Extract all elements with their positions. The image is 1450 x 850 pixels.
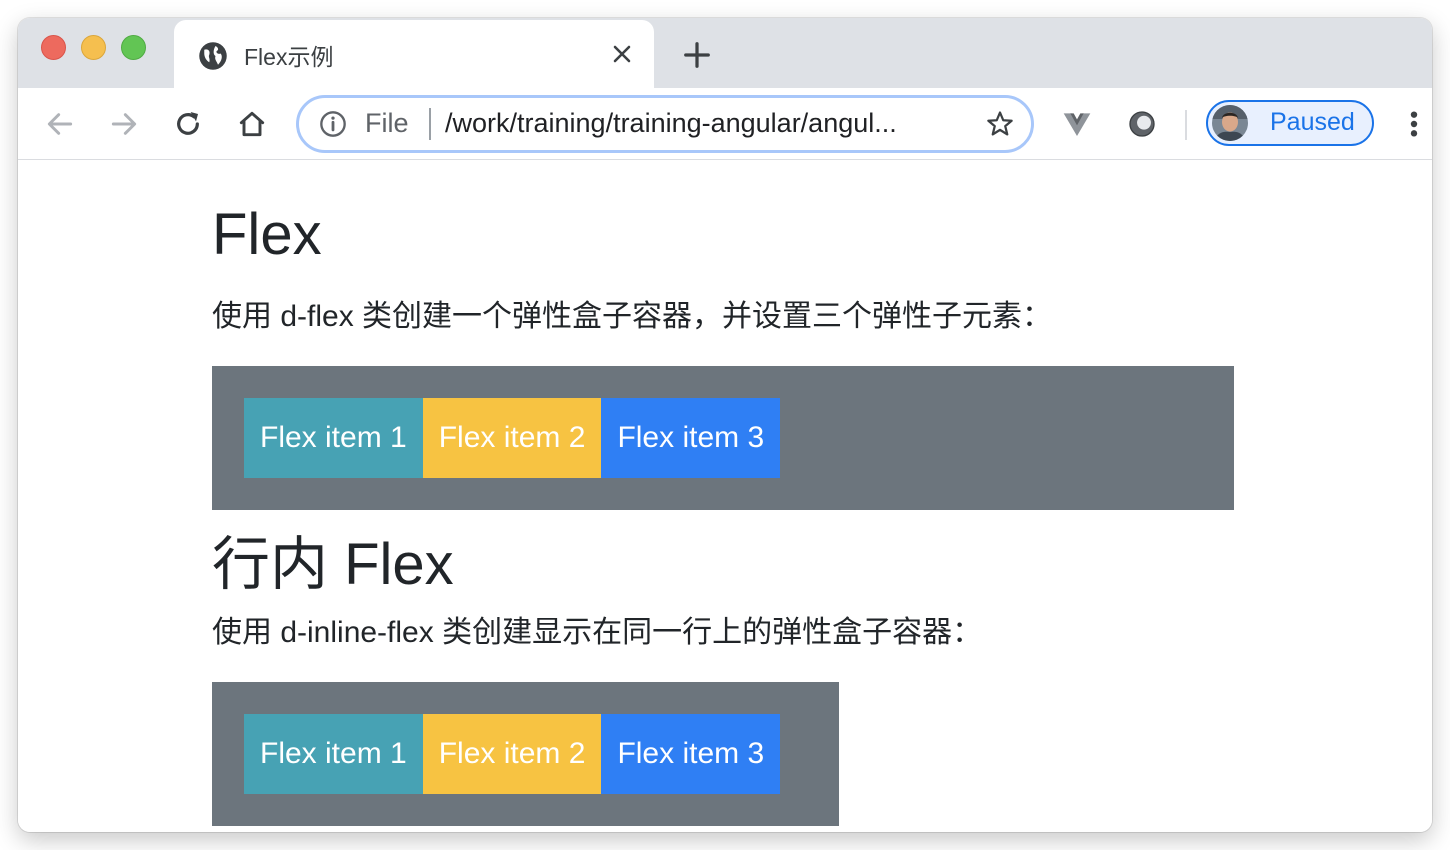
ring-extension-icon[interactable] (1126, 108, 1158, 140)
flex-container: Flex item 1 Flex item 2 Flex item 3 (212, 366, 1234, 510)
inline-flex-container: Flex item 1 Flex item 2 Flex item 3 (212, 682, 839, 826)
home-icon[interactable] (236, 108, 268, 140)
minimize-window-button[interactable] (81, 35, 106, 60)
bookmark-star-icon[interactable] (985, 109, 1015, 139)
back-arrow-icon[interactable] (44, 108, 76, 140)
tab-strip: Flex示例 (18, 18, 1432, 88)
reload-icon[interactable] (172, 108, 204, 140)
vue-devtools-extension-icon[interactable] (1061, 108, 1093, 140)
profile-status-label: Paused (1270, 108, 1355, 136)
flex-item: Flex item 3 (601, 714, 781, 794)
section-description-inline-flex: 使用 d-inline-flex 类创建显示在同一行上的弹性盒子容器： (212, 616, 983, 649)
more-menu-icon[interactable] (1404, 108, 1424, 140)
avatar (1212, 105, 1248, 141)
flex-item: Flex item 1 (244, 714, 423, 794)
browser-window: Flex示例 File /work/training/training-angu… (18, 18, 1432, 832)
address-url-text[interactable]: /work/training/training-angular/angul... (445, 108, 897, 139)
active-tab[interactable]: Flex示例 (174, 20, 654, 88)
section-heading-flex: Flex (212, 202, 322, 267)
close-window-button[interactable] (41, 35, 66, 60)
section-description-flex: 使用 d-flex 类创建一个弹性盒子容器，并设置三个弹性子元素： (212, 300, 1053, 333)
forward-arrow-icon[interactable] (108, 108, 140, 140)
flex-item: Flex item 1 (244, 398, 423, 478)
address-bar[interactable]: File /work/training/training-angular/ang… (296, 95, 1034, 153)
flex-item: Flex item 2 (422, 714, 602, 794)
browser-toolbar: File /work/training/training-angular/ang… (18, 88, 1432, 160)
profile-button[interactable]: Paused (1206, 100, 1374, 146)
address-scheme-label: File (365, 108, 409, 138)
flex-item: Flex item 2 (422, 398, 602, 478)
flex-item: Flex item 3 (601, 398, 781, 478)
zoom-window-button[interactable] (121, 35, 146, 60)
address-divider (429, 108, 431, 140)
section-heading-inline-flex: 行内 Flex (212, 532, 454, 597)
info-icon[interactable] (319, 110, 347, 138)
new-tab-icon[interactable] (682, 40, 712, 70)
close-tab-icon[interactable] (610, 42, 634, 66)
page-content: Flex 使用 d-flex 类创建一个弹性盒子容器，并设置三个弹性子元素： F… (18, 161, 1432, 832)
tab-title: Flex示例 (244, 44, 334, 70)
toolbar-divider (1185, 110, 1187, 140)
globe-icon (199, 42, 227, 70)
